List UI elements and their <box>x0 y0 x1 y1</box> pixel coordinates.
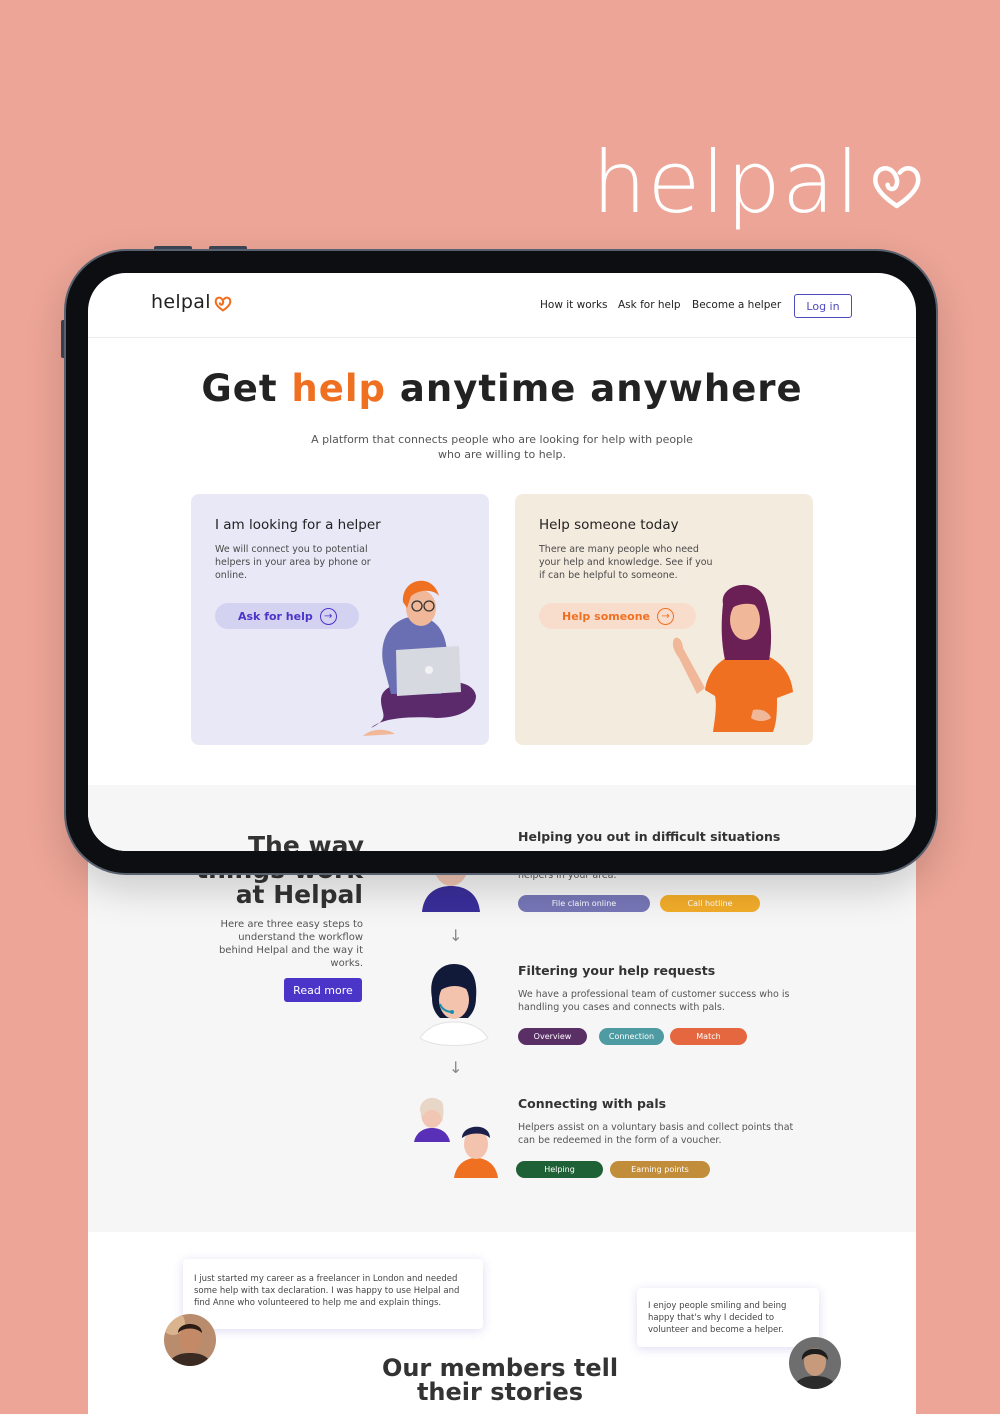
step-3-title: Connecting with pals <box>518 1096 667 1111</box>
help-someone-card: Help someone today There are many people… <box>515 494 813 745</box>
tag-overview[interactable]: Overview <box>518 1028 587 1045</box>
stories-title: Our members tell their stories <box>300 1356 700 1404</box>
step-3-text: Helpers assist on a voluntary basis and … <box>518 1122 794 1146</box>
read-more-button[interactable]: Read more <box>284 978 362 1002</box>
card-text: There are many people who need your help… <box>539 544 713 581</box>
heart-logo-icon <box>214 296 232 312</box>
tablet-device: helpal How it works Ask for help Become … <box>66 251 936 873</box>
hero-subtitle: A platform that connects people who are … <box>311 433 693 461</box>
tag-connection[interactable]: Connection <box>599 1028 664 1045</box>
stories-title-line-2: their stories <box>416 1378 584 1406</box>
nav-logo[interactable]: helpal <box>151 291 232 313</box>
how-title-line-3: at Helpal <box>235 880 363 909</box>
arrow-down-icon: ↓ <box>449 926 463 945</box>
login-button[interactable]: Log in <box>794 294 852 318</box>
ask-for-help-label: Ask for help <box>238 609 313 623</box>
arrow-right-circle-icon: → <box>319 607 337 625</box>
nav-logo-text: helpal <box>151 291 211 313</box>
looking-for-helper-card: I am looking for a helper We will connec… <box>191 494 489 745</box>
step-2-text: We have a professional team of customer … <box>518 989 790 1013</box>
help-someone-label: Help someone <box>562 609 651 623</box>
member-avatar-1 <box>164 1314 216 1366</box>
stories-title-line-1: Our members tell <box>381 1354 619 1382</box>
top-navbar: helpal How it works Ask for help Become … <box>88 273 916 338</box>
nav-how-it-works[interactable]: How it works <box>540 299 608 311</box>
how-title-preview: The way <box>247 831 364 851</box>
tablet-screen: helpal How it works Ask for help Become … <box>88 273 916 851</box>
how-description: Here are three easy steps to understand … <box>218 919 363 969</box>
ask-for-help-button[interactable]: Ask for help → <box>215 603 359 629</box>
tag-call-hotline[interactable]: Call hotline <box>660 895 760 912</box>
tag-file-claim[interactable]: File claim online <box>518 895 650 912</box>
tag-match[interactable]: Match <box>670 1028 747 1045</box>
nav-ask-for-help[interactable]: Ask for help <box>618 299 681 311</box>
hero-title-part-2: anytime anywhere <box>386 367 803 410</box>
tag-earning-points[interactable]: Earning points <box>610 1161 710 1178</box>
step-2-title: Filtering your help requests <box>518 963 716 978</box>
heart-logo-icon <box>872 166 920 209</box>
hero-title: Get help anytime anywhere <box>88 367 916 410</box>
hero-title-accent: help <box>291 367 387 410</box>
waving-woman-illustration <box>672 584 793 732</box>
support-agent-avatar <box>419 964 489 1046</box>
member-avatar-2 <box>789 1337 841 1389</box>
nav-become-helper[interactable]: Become a helper <box>692 299 781 311</box>
pals-avatars <box>414 1097 498 1178</box>
step-1-title: Helping you out in difficult situations <box>518 829 781 844</box>
testimonial-card-1: I just started my career as a freelancer… <box>183 1259 483 1329</box>
hero-title-part-1: Get <box>201 367 292 410</box>
person-with-laptop-illustration <box>363 580 476 736</box>
brand-logo: helpal <box>592 128 922 238</box>
tag-helping[interactable]: Helping <box>516 1161 603 1178</box>
brand-name: helpal <box>592 133 861 233</box>
how-it-works-preview <box>88 785 916 851</box>
arrow-down-icon: ↓ <box>449 1058 463 1077</box>
card-title: I am looking for a helper <box>215 517 381 533</box>
card-title: Help someone today <box>539 517 679 533</box>
